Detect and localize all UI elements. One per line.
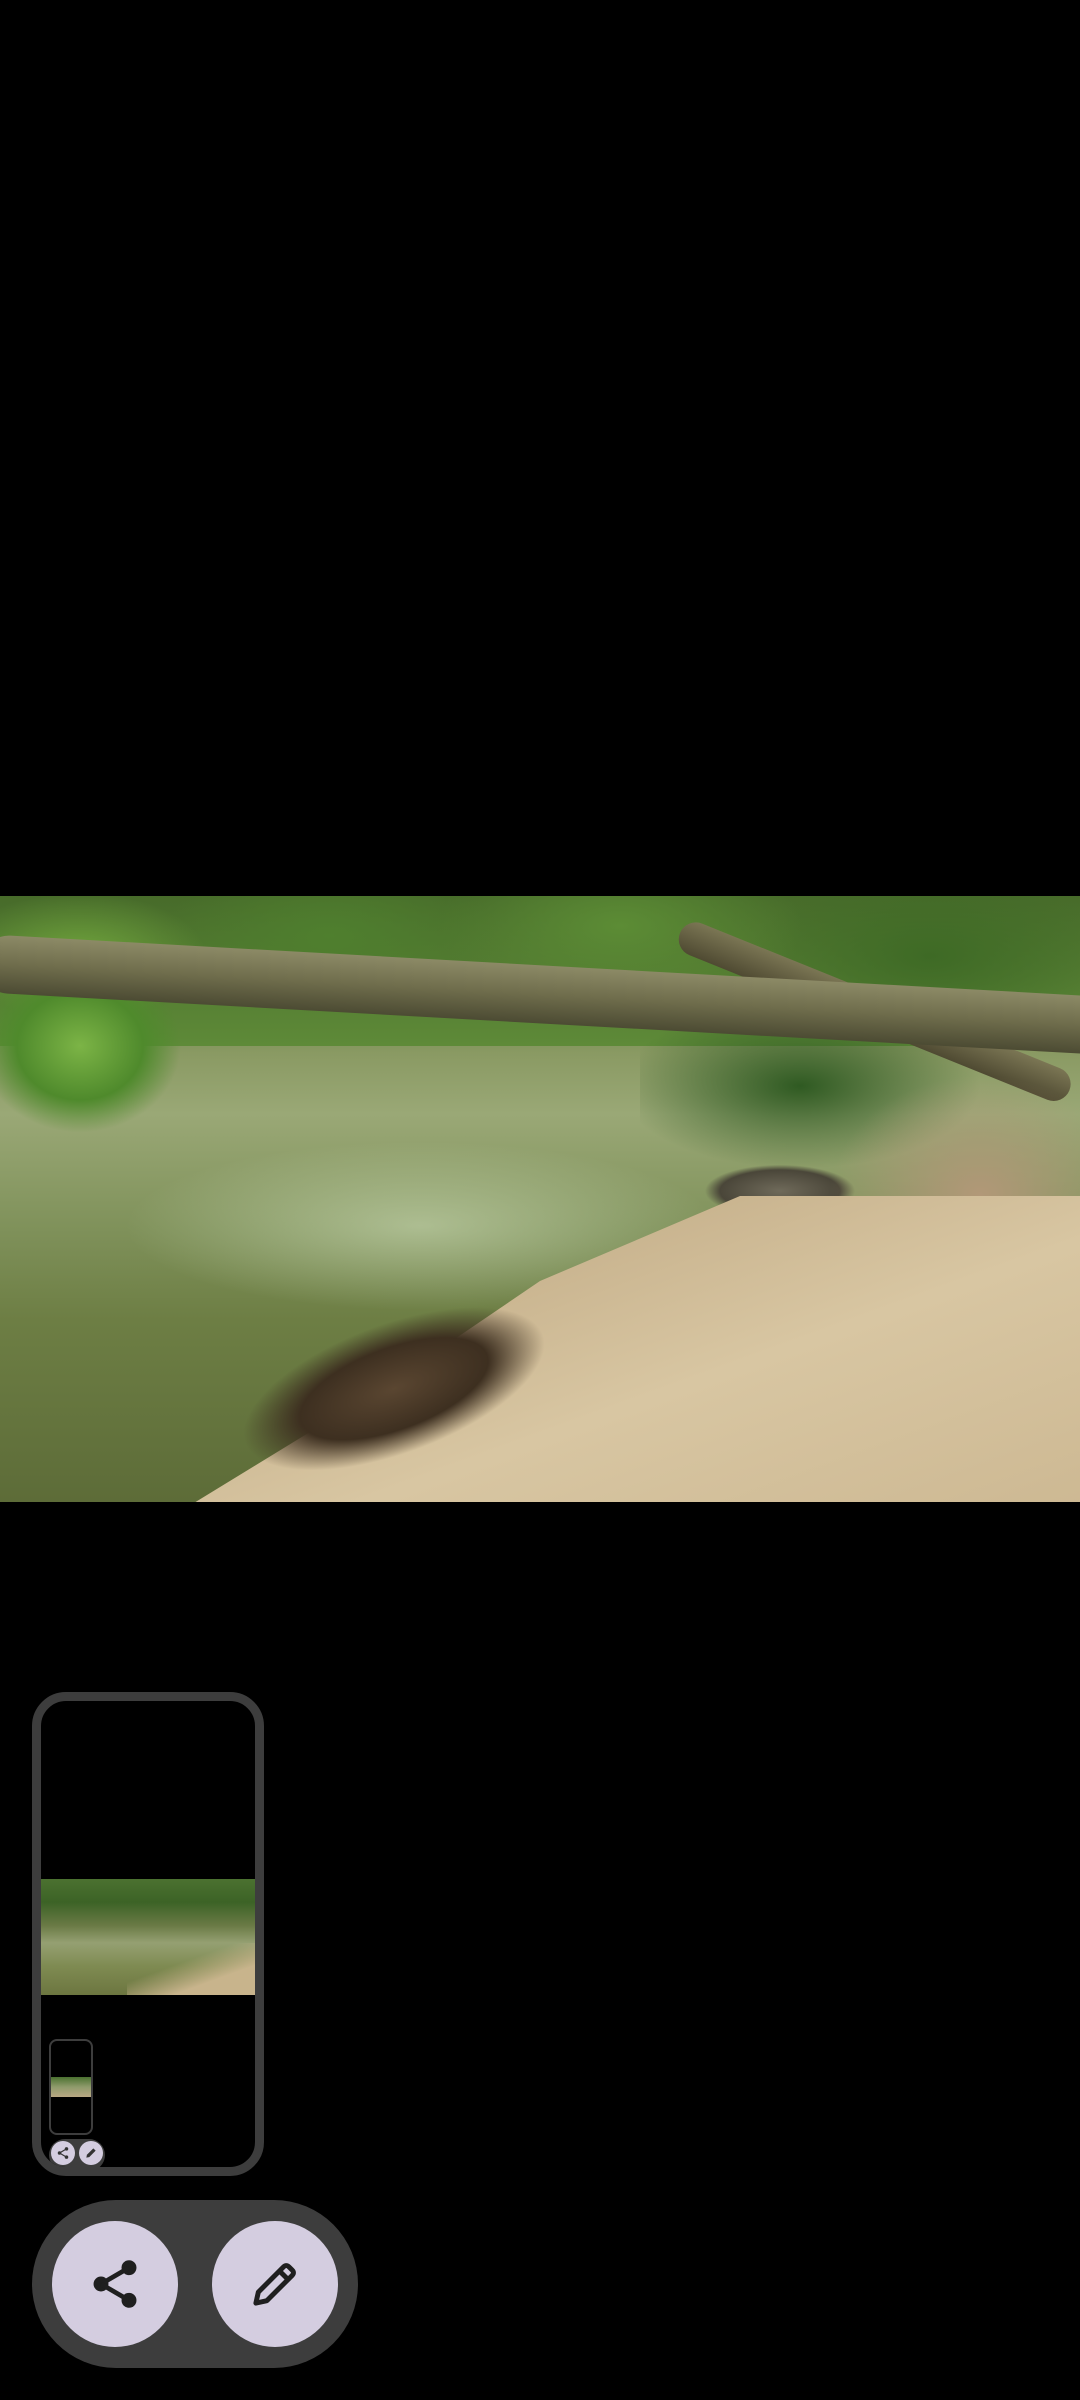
nested-thumbnail bbox=[49, 2039, 93, 2135]
edit-button[interactable] bbox=[212, 2221, 338, 2347]
action-pill bbox=[32, 2200, 358, 2368]
thumbnail-action-pill bbox=[49, 2139, 105, 2167]
nested-thumbnail-photo bbox=[51, 2077, 91, 2097]
thumbnail-edit-icon bbox=[79, 2141, 103, 2165]
screen bbox=[0, 0, 1080, 2400]
river-photo[interactable] bbox=[0, 896, 1080, 1502]
screenshot-thumbnail[interactable] bbox=[32, 1692, 264, 2176]
thumbnail-share-icon bbox=[51, 2141, 75, 2165]
thumbnail-photo bbox=[41, 1879, 255, 1995]
share-button[interactable] bbox=[52, 2221, 178, 2347]
share-icon bbox=[93, 2260, 137, 2308]
edit-pencil-icon bbox=[253, 2263, 296, 2306]
